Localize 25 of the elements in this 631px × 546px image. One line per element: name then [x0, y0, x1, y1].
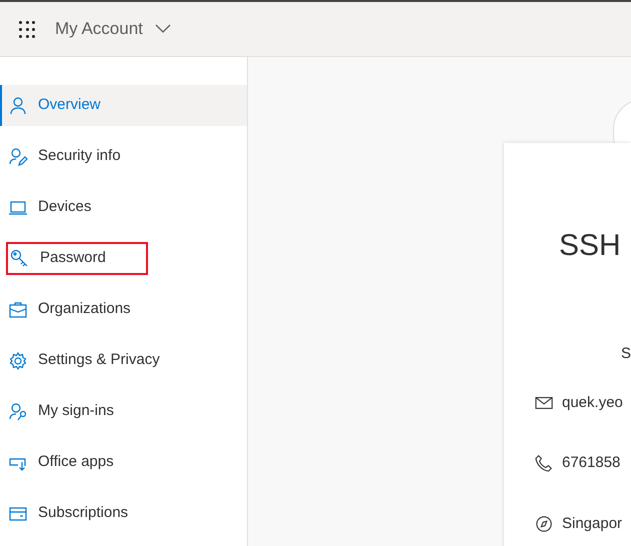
nav-item[interactable]: Office apps — [0, 442, 114, 483]
account-menu-button[interactable]: My Account — [55, 16, 171, 42]
nav-item[interactable]: Security info — [0, 136, 121, 177]
profile-detail: 6761858 — [562, 453, 620, 473]
app-launcher-icon[interactable] — [17, 19, 37, 39]
nav-item[interactable]: Settings & Privacy — [0, 340, 160, 381]
phone-icon — [535, 454, 553, 472]
key-icon — [10, 248, 30, 268]
profile-name: SSH — [559, 228, 622, 264]
nav-item[interactable]: Subscriptions — [0, 493, 128, 534]
settings-icon — [8, 350, 28, 370]
person-pencil-icon — [8, 146, 28, 166]
nav-item[interactable]: My sign-ins — [0, 391, 114, 432]
profile-detail: quek.yeo — [562, 392, 623, 412]
person-icon — [8, 96, 28, 116]
person-key-icon — [8, 402, 28, 422]
chevron-down-icon — [154, 24, 171, 34]
nav-item[interactable]: Organizations — [0, 289, 131, 330]
compass-icon — [535, 514, 553, 533]
nav-item[interactable]: Password — [2, 238, 152, 279]
briefcase-icon — [8, 300, 28, 320]
profile-detail: Singapor — [562, 514, 622, 534]
nav-item[interactable]: Devices — [0, 187, 92, 228]
nav-item[interactable]: Overview — [0, 85, 247, 126]
profile-subtitle: S — [621, 344, 631, 364]
